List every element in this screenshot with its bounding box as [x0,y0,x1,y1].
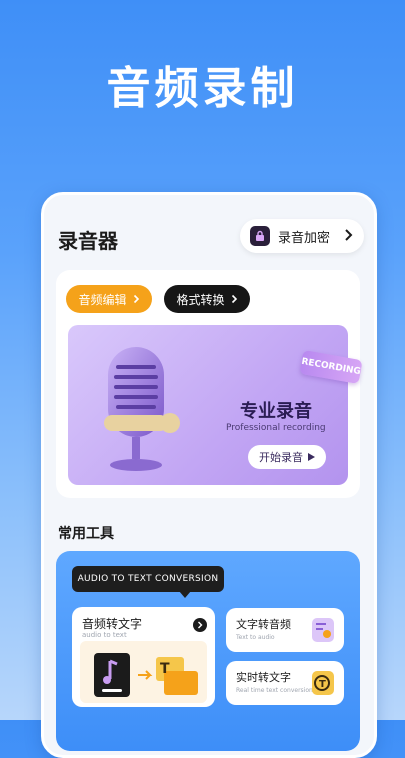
tool-title: 文字转音频 [236,618,291,631]
text-to-audio-icon [312,618,334,642]
format-convert-button[interactable]: 格式转换 [164,285,250,313]
audio-to-text-tool[interactable]: 音频转文字 audio to text T [72,607,215,707]
banner-subtitle: Professional recording [226,423,326,433]
text-to-audio-tool[interactable]: 文字转音频 Text to audio [226,608,344,652]
start-recording-button[interactable]: 开始录音 [248,445,326,469]
banner-title: 专业录音 [240,401,312,422]
audio-to-text-illustration-icon: T [80,641,207,703]
pro-recording-banner[interactable]: 专业录音 Professional recording 开始录音 [68,325,348,485]
tooltip-tail [179,591,191,598]
recording-card: 音频编辑 格式转换 专业录音 Professional recording 开始… [56,270,363,498]
chevron-right-icon [231,294,237,304]
chevron-right-icon [345,229,353,241]
app-title: 录音器 [58,229,118,253]
play-icon [308,453,315,461]
app-screen: 录音器 录音加密 音频编辑 格式转换 专业录音 Professional rec… [41,192,377,758]
lock-icon [250,226,270,246]
tool-subtitle: Real time text conversion [236,687,313,694]
audio-edit-label: 音频编辑 [78,292,127,307]
encrypt-recording-button[interactable]: 录音加密 [240,219,364,253]
realtime-text-tool[interactable]: 实时转文字 Real time text conversion T [226,661,344,705]
microphone-icon [104,347,180,471]
tools-panel: AUDIO TO TEXT CONVERSION 音频转文字 audio to … [56,551,360,751]
tool-title: 音频转文字 [82,617,143,631]
format-convert-label: 格式转换 [176,292,225,307]
chevron-right-icon [193,618,207,632]
tool-title: 实时转文字 [236,671,291,684]
tooltip: AUDIO TO TEXT CONVERSION [72,566,224,592]
section-title: 常用工具 [58,526,114,542]
svg-text:T: T [160,661,170,677]
encrypt-label: 录音加密 [278,230,331,246]
start-recording-label: 开始录音 [259,451,303,464]
svg-text:T: T [319,679,326,690]
tool-subtitle: audio to text [82,631,127,639]
hero-title: 音频录制 [106,63,299,114]
realtime-text-icon: T [312,671,334,695]
tool-subtitle: Text to audio [236,634,275,641]
audio-edit-button[interactable]: 音频编辑 [66,285,152,313]
chevron-right-icon [133,294,139,304]
